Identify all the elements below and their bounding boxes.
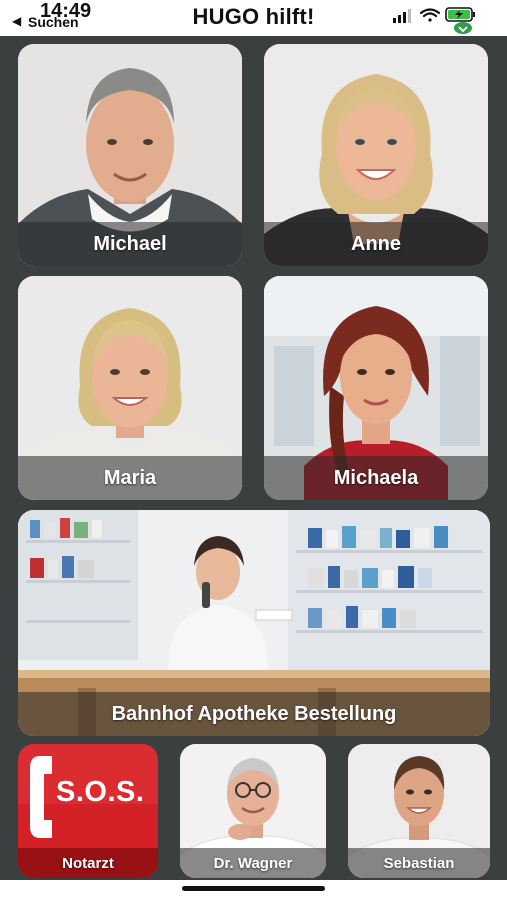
battery-charging-icon	[445, 7, 475, 22]
wifi-icon	[419, 8, 441, 22]
contact-name-band: Maria	[18, 456, 242, 500]
contact-name: Maria	[103, 466, 157, 489]
sos-label-band: Notarzt	[18, 848, 158, 878]
contact-name: Anne	[351, 232, 401, 255]
pharmacy-order-tile[interactable]: Bahnhof Apotheke Bestellung	[18, 510, 490, 736]
phone-handset-icon	[30, 756, 52, 838]
sos-label: Notarzt	[62, 854, 114, 872]
location-icon	[454, 22, 472, 34]
sos-badge: S.O.S.	[56, 776, 145, 808]
contact-name: Michael	[93, 232, 167, 255]
contact-name-band: Michaela	[264, 456, 488, 500]
contact-name: Dr. Wagner	[213, 854, 293, 872]
contact-tile-anne[interactable]: Anne	[264, 44, 488, 266]
contact-name: Michaela	[333, 466, 419, 489]
status-icons	[391, 4, 491, 34]
contact-tile-michaela[interactable]: Michaela	[264, 276, 488, 500]
home-indicator[interactable]	[182, 886, 325, 891]
contact-tile-maria[interactable]: Maria	[18, 276, 242, 500]
contact-tile-dr-wagner[interactable]: Dr. Wagner	[180, 744, 326, 878]
status-bar: ◀ Suchen 14:49 HUGO hilft!	[0, 0, 507, 36]
signal-icon	[393, 9, 411, 23]
contact-tile-sebastian[interactable]: Sebastian	[348, 744, 490, 878]
contact-tile-michael[interactable]: Michael	[18, 44, 242, 266]
home-bar	[0, 880, 507, 900]
contact-name: Sebastian	[383, 854, 455, 872]
contact-name-band: Sebastian	[348, 848, 490, 878]
contact-name-band: Michael	[18, 222, 242, 266]
pharmacy-label: Bahnhof Apotheke Bestellung	[111, 702, 397, 725]
pharmacy-label-band: Bahnhof Apotheke Bestellung	[18, 692, 490, 736]
contact-name-band: Anne	[264, 222, 488, 266]
contact-name-band: Dr. Wagner	[180, 848, 326, 878]
sos-emergency-tile[interactable]: S.O.S. Notarzt	[18, 744, 158, 878]
